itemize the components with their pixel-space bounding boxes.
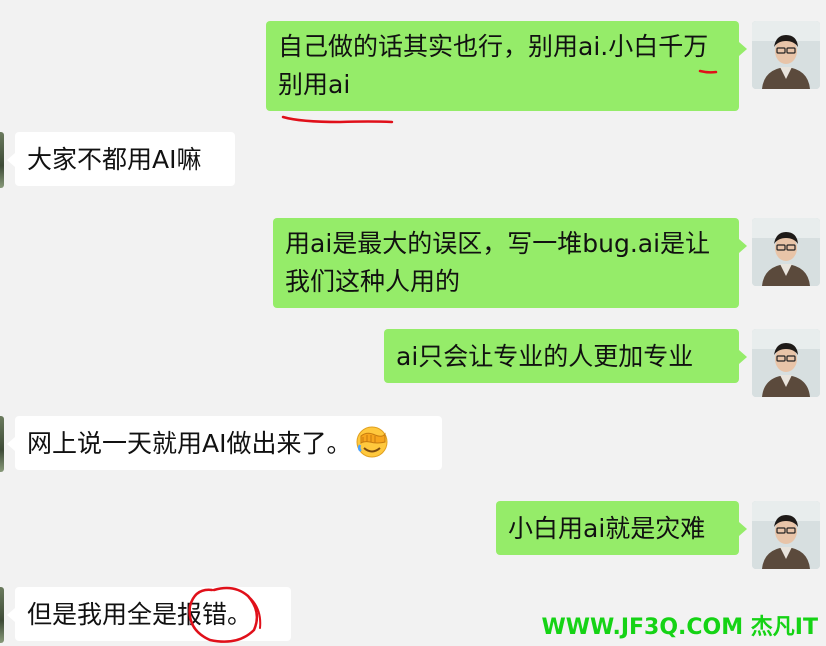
avatar[interactable]: [0, 587, 4, 643]
message-bubble[interactable]: 但是我用全是报错。: [15, 587, 291, 641]
message-text: 但是我用全是报错。: [27, 600, 253, 629]
chat-window: 自己做的话其实也行，别用ai.小白千万别用ai 大家不都用AI嘛 用ai是最大的…: [0, 0, 826, 646]
bubble-tail: [7, 608, 15, 622]
message-row: 但是我用全是报错。: [0, 0, 826, 646]
watermark: WWW.JF3Q.COM 杰凡IT: [541, 615, 818, 640]
